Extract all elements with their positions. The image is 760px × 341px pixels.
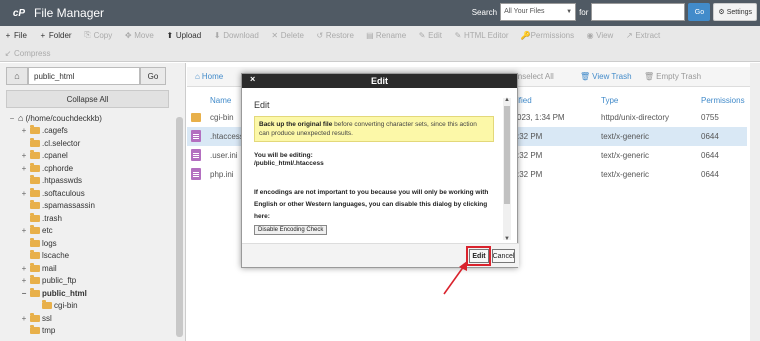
modal-overlay: × Edit Edit Back up the original file be… xyxy=(0,0,760,341)
edit-confirm-button[interactable]: Edit xyxy=(469,249,489,263)
cancel-button[interactable]: Cancel xyxy=(492,249,515,263)
dialog-scrollbar[interactable]: ▲ ▼ xyxy=(503,97,511,242)
disable-row: Disable Encoding Check xyxy=(254,225,494,235)
dialog-heading: Edit xyxy=(254,100,270,110)
close-icon[interactable]: × xyxy=(250,74,255,84)
disable-encoding-check-button[interactable]: Disable Encoding Check xyxy=(254,225,328,235)
dialog-header: × Edit xyxy=(242,74,517,88)
dialog-body: Edit Back up the original file before co… xyxy=(244,90,504,246)
encoding-note: If encodings are not important to you be… xyxy=(254,189,489,220)
editing-path: /public_html/.htaccess xyxy=(254,160,324,167)
scroll-down-icon[interactable]: ▼ xyxy=(503,236,511,242)
dialog-footer: Edit Cancel xyxy=(242,243,519,267)
scroll-up-icon[interactable]: ▲ xyxy=(503,97,511,103)
scroll-thumb[interactable] xyxy=(504,106,510,204)
warning-bold: Back up the original file xyxy=(259,121,333,128)
edit-dialog: × Edit Edit Back up the original file be… xyxy=(241,73,519,268)
pointer-arrow-icon xyxy=(443,261,467,295)
dialog-title: Edit xyxy=(371,76,388,86)
editing-label: You will be editing: xyxy=(254,152,313,159)
backup-warning: Back up the original file before convert… xyxy=(254,116,494,142)
